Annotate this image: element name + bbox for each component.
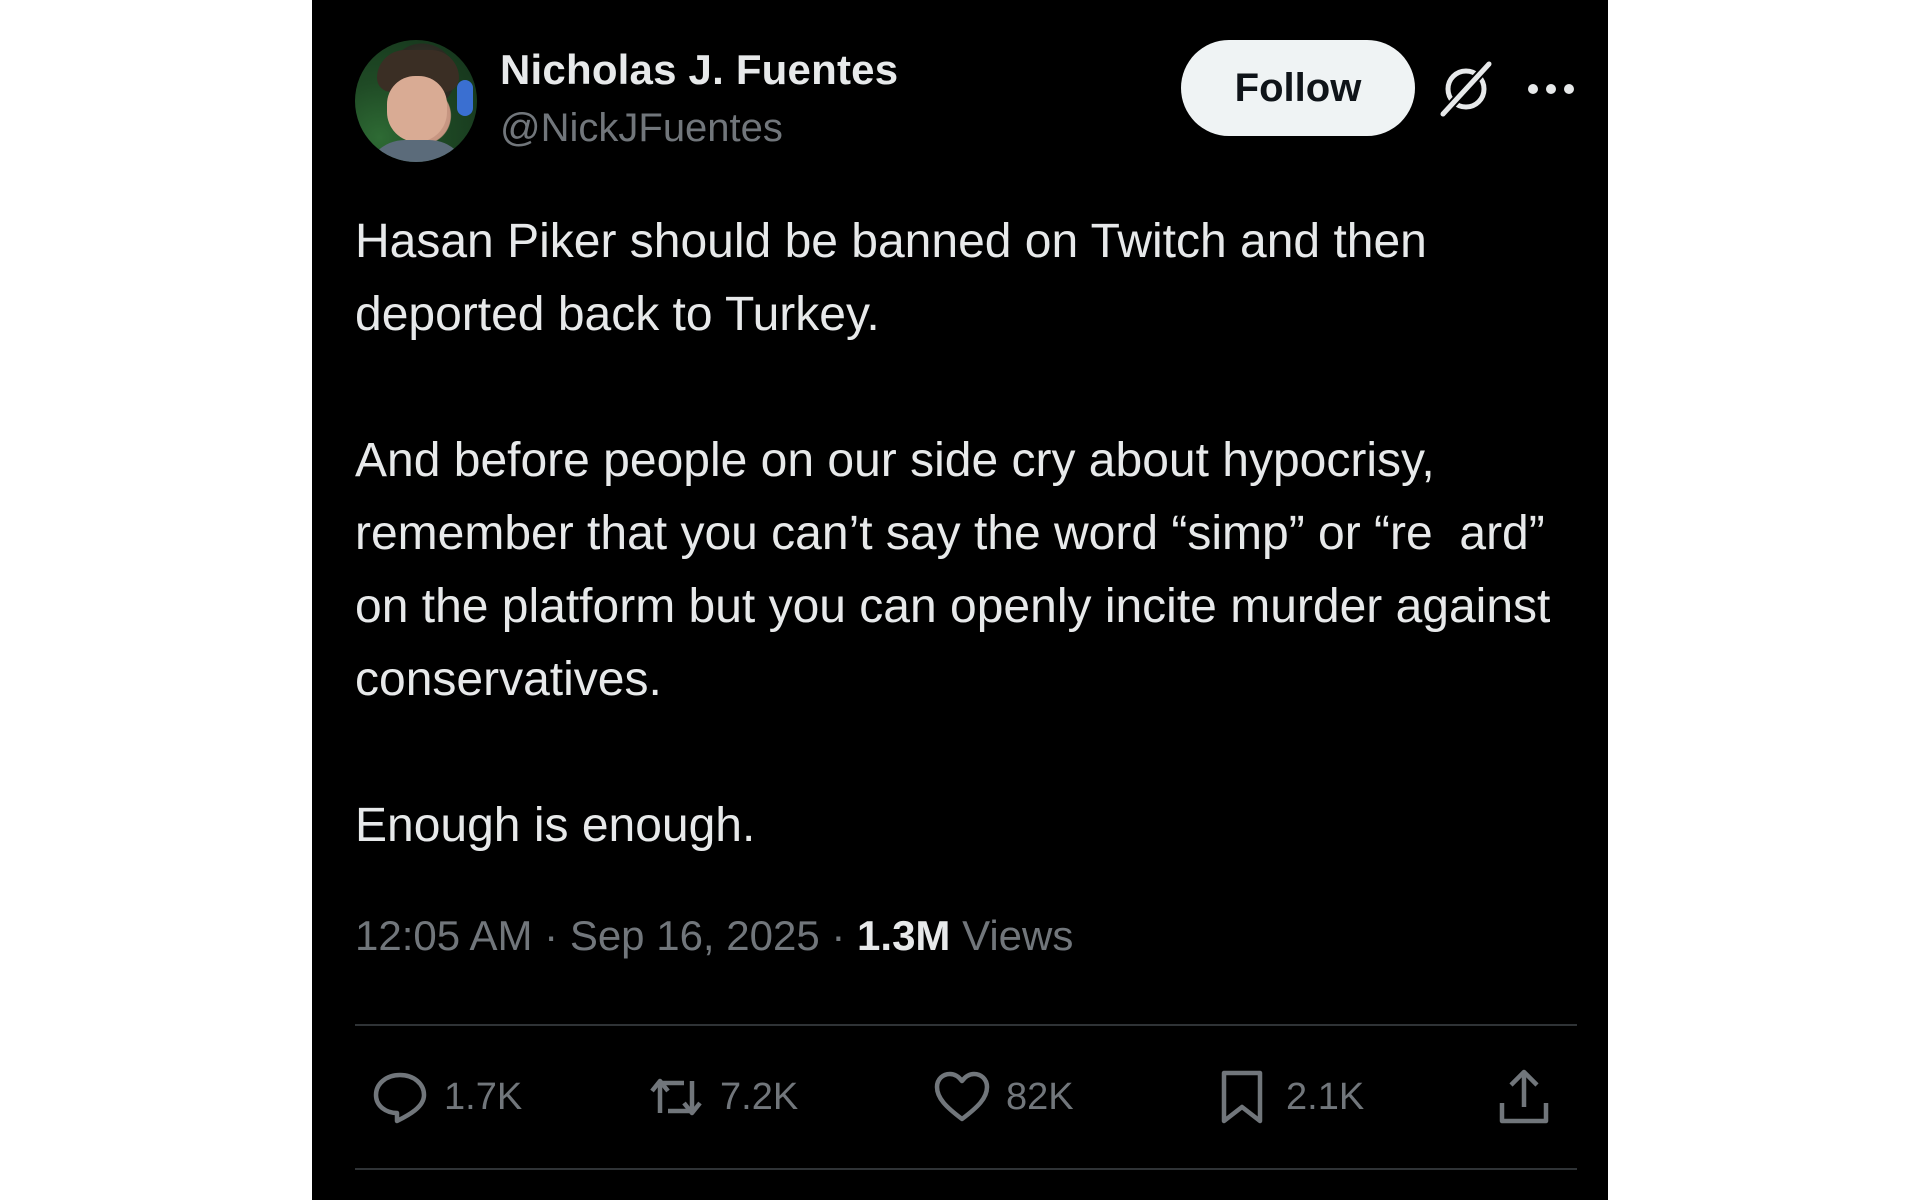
bookmark-icon — [1221, 1070, 1263, 1124]
author-display-name[interactable]: Nicholas J. Fuentes — [500, 46, 898, 94]
like-count: 82K — [1006, 1075, 1074, 1118]
avatar[interactable] — [355, 40, 477, 162]
divider — [355, 1024, 1577, 1026]
tweet-time[interactable]: 12:05 AM — [355, 912, 532, 959]
grok-icon[interactable] — [1437, 60, 1495, 118]
reply-count: 1.7K — [444, 1075, 523, 1118]
avatar-face — [387, 76, 447, 142]
tweet-card: Nicholas J. Fuentes @NickJFuentes Follow… — [312, 0, 1608, 1200]
bookmark-button[interactable]: 2.1K — [1212, 1062, 1364, 1132]
author-handle[interactable]: @NickJFuentes — [500, 106, 783, 151]
repost-button[interactable]: 7.2K — [646, 1062, 798, 1132]
heart-icon — [934, 1071, 990, 1122]
reply-icon — [373, 1072, 427, 1124]
tweet-text: Hasan Piker should be banned on Twitch a… — [355, 215, 1551, 852]
tweet-date[interactable]: Sep 16, 2025 — [570, 912, 820, 959]
meta-separator: · — [831, 912, 846, 959]
reply-button[interactable]: 1.7K — [370, 1062, 522, 1132]
avatar-shirt — [365, 140, 469, 162]
divider — [355, 1168, 1577, 1170]
like-button[interactable]: 82K — [932, 1062, 1074, 1132]
views-label: Views — [962, 912, 1074, 959]
repost-icon — [650, 1078, 702, 1116]
share-icon — [1499, 1069, 1549, 1124]
meta-separator: · — [544, 912, 559, 959]
repost-count: 7.2K — [720, 1075, 799, 1118]
views-count: 1.3M — [857, 912, 951, 959]
more-icon[interactable] — [1524, 62, 1578, 116]
tweet-meta: 12:05 AM · Sep 16, 2025 · 1.3M Views — [355, 912, 1073, 960]
share-button[interactable] — [1494, 1062, 1554, 1132]
bookmark-count: 2.1K — [1286, 1075, 1365, 1118]
avatar-background-accent — [457, 80, 473, 116]
follow-button[interactable]: Follow — [1181, 40, 1415, 136]
